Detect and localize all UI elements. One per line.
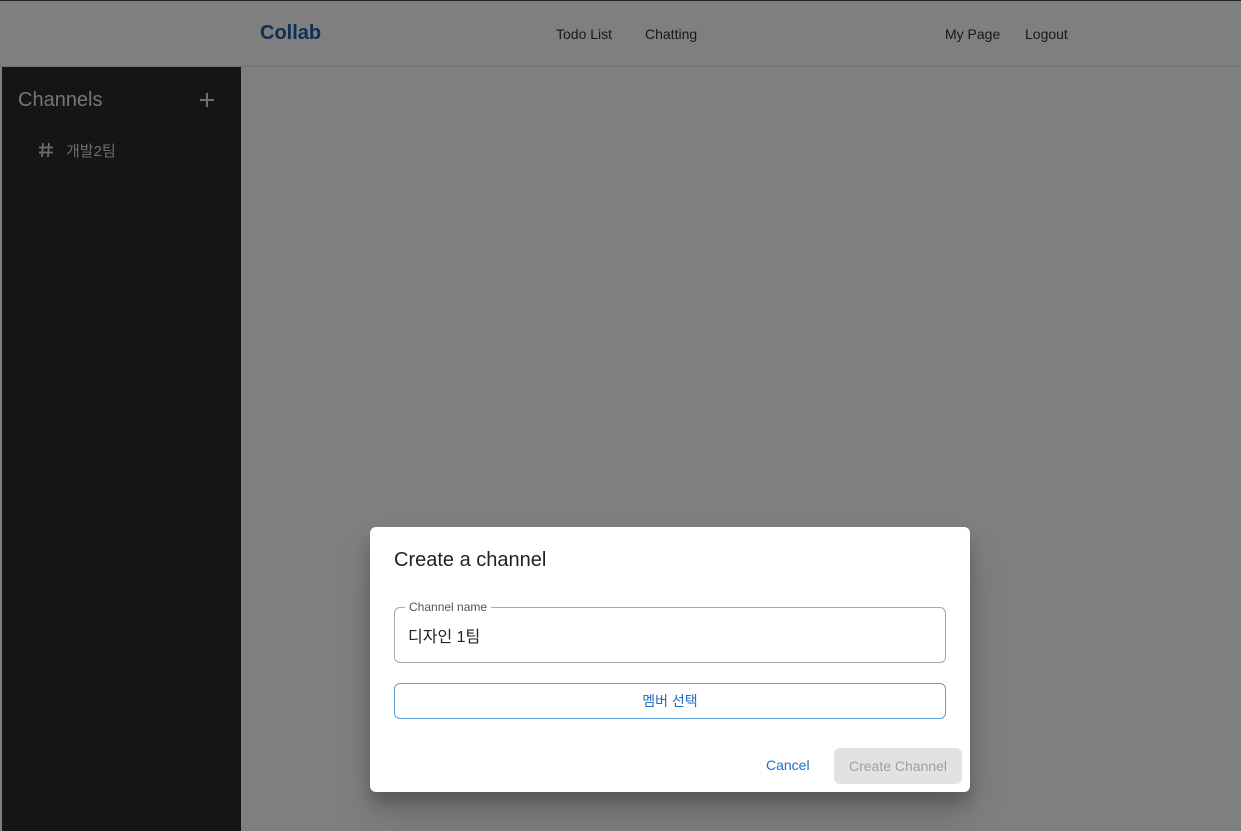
cancel-button[interactable]: Cancel <box>766 757 810 773</box>
app-frame: Collab Todo List Chatting My Page Logout… <box>0 0 1241 831</box>
channel-name-input[interactable] <box>408 624 928 646</box>
channel-name-label: Channel name <box>405 600 492 614</box>
select-members-button[interactable]: 멤버 선택 <box>394 683 946 719</box>
dialog-title: Create a channel <box>394 549 547 571</box>
channel-name-field: Channel name <box>394 600 946 663</box>
create-channel-dialog: Create a channel Channel name 멤버 선택 Canc… <box>370 527 970 792</box>
create-channel-button[interactable]: Create Channel <box>834 748 962 784</box>
